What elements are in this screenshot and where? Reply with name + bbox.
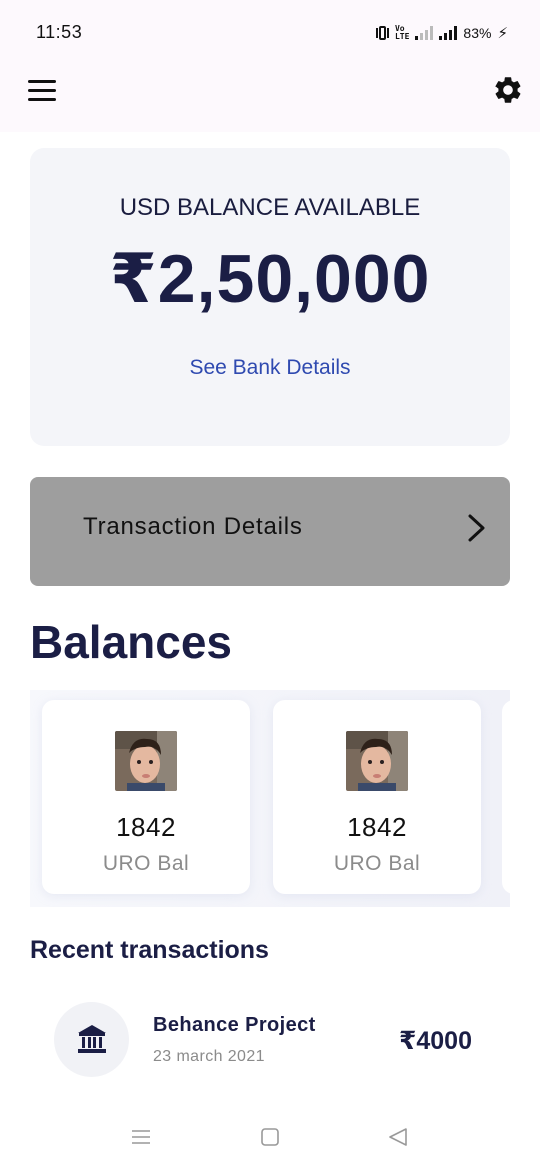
- chevron-right-icon: [468, 514, 485, 542]
- balance-sublabel: URO Bal: [102, 852, 190, 875]
- charging-bolt-icon: ⚡: [497, 25, 508, 42]
- transaction-details-label: Transaction Details: [83, 513, 303, 540]
- balance-sublabel: URO Bal: [333, 852, 421, 875]
- gear-icon[interactable]: [492, 74, 524, 106]
- balance-value: 1842: [347, 812, 407, 842]
- balance-value: 1842: [116, 812, 176, 842]
- balances-carousel[interactable]: 1842 URO Bal 1842 URO Bal: [30, 690, 510, 907]
- app-bar: [0, 62, 540, 132]
- balance-card: USD BALANCE AVAILABLE ₹2,50,000 See Bank…: [30, 148, 510, 446]
- hamburger-menu-icon[interactable]: [28, 80, 58, 104]
- vibrate-icon: [375, 26, 389, 40]
- transaction-details-button[interactable]: Transaction Details: [30, 477, 510, 586]
- balance-card-item[interactable]: 1842 URO Bal: [42, 700, 250, 894]
- balance-label: USD BALANCE AVAILABLE: [119, 194, 421, 221]
- balance-card-peek[interactable]: [502, 700, 510, 894]
- back-icon[interactable]: [387, 1126, 409, 1148]
- balance-amount: ₹2,50,000: [109, 241, 431, 317]
- battery-level: 83%: [463, 25, 492, 41]
- transaction-row[interactable]: Behance Project 23 march 2021 ₹4000: [30, 1000, 510, 1080]
- status-bar: 11:53 Vo LTE 83% ⚡: [0, 0, 540, 62]
- avatar: [346, 731, 408, 791]
- avatar: [115, 731, 177, 791]
- transaction-date: 23 march 2021: [153, 1048, 265, 1065]
- system-nav-bar: [0, 1110, 540, 1170]
- transaction-amount: ₹4000: [398, 1027, 472, 1055]
- home-icon[interactable]: [259, 1126, 281, 1148]
- balance-card-item[interactable]: 1842 URO Bal: [273, 700, 481, 894]
- volte-icon: Vo LTE: [394, 24, 410, 41]
- bank-icon: [78, 1025, 106, 1053]
- status-time: 11:53: [36, 22, 83, 42]
- recent-transactions-title: Recent transactions: [30, 936, 269, 964]
- see-bank-details-link[interactable]: See Bank Details: [30, 356, 510, 380]
- signal-icon: [439, 26, 458, 40]
- transaction-icon-container: [54, 1002, 129, 1077]
- transaction-name: Behance Project: [153, 1014, 316, 1036]
- signal-weak-icon: [415, 26, 434, 40]
- recents-icon[interactable]: [130, 1126, 152, 1148]
- status-icons: Vo LTE 83% ⚡: [375, 22, 508, 44]
- balances-title: Balances: [30, 616, 233, 668]
